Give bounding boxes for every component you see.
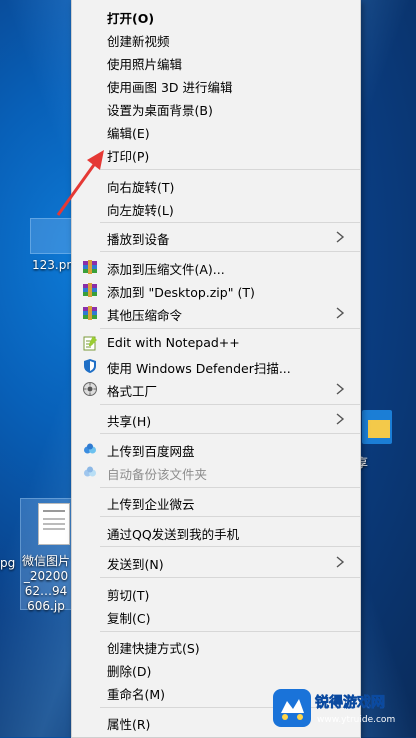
menu-item-label: 使用画图 3D 进行编辑 bbox=[107, 80, 233, 95]
menu-item-auto-backup[interactable]: 自动备份该文件夹 bbox=[72, 461, 360, 484]
notepadpp-icon bbox=[83, 336, 97, 351]
menu-separator bbox=[100, 631, 360, 632]
menu-item-label: 打开(O) bbox=[107, 11, 155, 26]
watermark-title: 锐得游戏网 bbox=[315, 694, 385, 711]
menu-item-label: 格式工厂 bbox=[107, 384, 158, 399]
winrar-icon bbox=[83, 306, 97, 320]
menu-item-create-shortcut[interactable]: 创建快捷方式(S) bbox=[72, 635, 360, 658]
menu-item-label: 属性(R) bbox=[107, 717, 151, 732]
baidu-netdisk-icon bbox=[84, 466, 96, 477]
desktop-icon-123-tile[interactable] bbox=[30, 218, 72, 254]
winrar-icon bbox=[83, 260, 97, 274]
context-menu: 打开(O) 创建新视频 使用照片编辑 使用画图 3D 进行编辑 设置为桌面背景(… bbox=[71, 0, 361, 738]
menu-item-send-to[interactable]: 发送到(N) bbox=[72, 551, 360, 574]
menu-item-label: 创建新视频 bbox=[107, 34, 170, 49]
menu-separator bbox=[100, 404, 360, 405]
menu-item-cast-to-device[interactable]: 播放到设备 bbox=[72, 226, 360, 249]
menu-separator bbox=[100, 169, 360, 170]
desktop-folder-badge bbox=[368, 420, 390, 438]
chevron-right-icon bbox=[336, 231, 345, 243]
menu-item-label: 剪切(T) bbox=[107, 588, 150, 603]
baidu-netdisk-icon bbox=[84, 443, 96, 454]
menu-item-label: 重命名(M) bbox=[107, 687, 166, 702]
menu-item-create-video[interactable]: 创建新视频 bbox=[72, 28, 360, 51]
chevron-right-icon bbox=[336, 413, 345, 425]
menu-item-label: 删除(D) bbox=[107, 664, 152, 679]
menu-item-label: 播放到设备 bbox=[107, 232, 170, 247]
menu-item-edit-with-photos[interactable]: 使用照片编辑 bbox=[72, 51, 360, 74]
menu-item-format-factory[interactable]: 格式工厂 bbox=[72, 378, 360, 401]
menu-item-delete[interactable]: 删除(D) bbox=[72, 658, 360, 681]
watermark-url: www.ytruide.com bbox=[317, 715, 395, 725]
format-factory-icon bbox=[83, 382, 97, 396]
menu-item-label: 通过QQ发送到我的手机 bbox=[107, 527, 240, 542]
menu-separator bbox=[100, 251, 360, 252]
menu-item-notepadpp[interactable]: Edit with Notepad++ bbox=[72, 332, 360, 355]
menu-item-label: 向右旋转(T) bbox=[107, 180, 175, 195]
desktop-icon-wechat-label[interactable]: 微信图片_2020062…94606.jp bbox=[22, 554, 70, 614]
chevron-right-icon bbox=[336, 556, 345, 568]
menu-item-copy[interactable]: 复制(C) bbox=[72, 605, 360, 628]
menu-item-label: 自动备份该文件夹 bbox=[107, 467, 208, 482]
desktop-icon-123-label[interactable]: 123.pn bbox=[32, 258, 74, 273]
menu-separator bbox=[100, 222, 360, 223]
menu-item-edit[interactable]: 编辑(E) bbox=[72, 120, 360, 143]
menu-item-qq-send[interactable]: 通过QQ发送到我的手机 bbox=[72, 521, 360, 544]
chevron-right-icon bbox=[336, 383, 345, 395]
chevron-right-icon bbox=[336, 307, 345, 319]
menu-item-label: 创建快捷方式(S) bbox=[107, 641, 200, 656]
menu-item-label: 发送到(N) bbox=[107, 557, 164, 572]
menu-item-label: 上传到百度网盘 bbox=[107, 444, 195, 459]
menu-item-defender-scan[interactable]: 使用 Windows Defender扫描... bbox=[72, 355, 360, 378]
menu-item-label: 打印(P) bbox=[107, 149, 150, 164]
menu-item-label: 编辑(E) bbox=[107, 126, 150, 141]
menu-item-label: 添加到压缩文件(A)... bbox=[107, 262, 225, 277]
menu-item-label: Edit with Notepad++ bbox=[107, 335, 240, 350]
menu-item-label: 向左旋转(L) bbox=[107, 203, 174, 218]
menu-separator bbox=[100, 516, 360, 517]
menu-item-edit-paint3d[interactable]: 使用画图 3D 进行编辑 bbox=[72, 74, 360, 97]
menu-separator bbox=[100, 433, 360, 434]
wechat-thumbnail bbox=[38, 503, 70, 545]
menu-item-add-to-archive[interactable]: 添加到压缩文件(A)... bbox=[72, 256, 360, 279]
menu-item-label: 共享(H) bbox=[107, 414, 152, 429]
menu-item-rotate-left[interactable]: 向左旋转(L) bbox=[72, 197, 360, 220]
menu-item-set-wallpaper[interactable]: 设置为桌面背景(B) bbox=[72, 97, 360, 120]
winrar-icon bbox=[83, 283, 97, 297]
menu-item-other-compress[interactable]: 其他压缩命令 bbox=[72, 302, 360, 325]
menu-item-open[interactable]: 打开(O) bbox=[72, 5, 360, 28]
menu-item-rotate-right[interactable]: 向右旋转(T) bbox=[72, 174, 360, 197]
menu-separator bbox=[100, 328, 360, 329]
menu-item-label: 添加到 "Desktop.zip" (T) bbox=[107, 285, 255, 300]
site-watermark-logo: 锐得游戏网 www.ytruide.com bbox=[273, 689, 395, 727]
menu-item-label: 使用 Windows Defender扫描... bbox=[107, 361, 291, 376]
menu-item-wecloud-upload[interactable]: 上传到企业微云 bbox=[72, 491, 360, 514]
desktop-partial-label-left: pg bbox=[0, 556, 16, 570]
menu-separator bbox=[100, 487, 360, 488]
menu-item-baidu-upload[interactable]: 上传到百度网盘 bbox=[72, 438, 360, 461]
menu-item-label: 使用照片编辑 bbox=[107, 57, 183, 72]
menu-item-label: 上传到企业微云 bbox=[107, 497, 195, 512]
menu-item-share[interactable]: 共享(H) bbox=[72, 408, 360, 431]
menu-item-label: 设置为桌面背景(B) bbox=[107, 103, 213, 118]
menu-item-label: 复制(C) bbox=[107, 611, 151, 626]
menu-item-cut[interactable]: 剪切(T) bbox=[72, 582, 360, 605]
menu-item-label: 其他压缩命令 bbox=[107, 308, 183, 323]
shield-icon bbox=[84, 359, 96, 373]
menu-separator bbox=[100, 577, 360, 578]
menu-separator bbox=[100, 546, 360, 547]
menu-item-add-to-desktop-zip[interactable]: 添加到 "Desktop.zip" (T) bbox=[72, 279, 360, 302]
menu-item-print[interactable]: 打印(P) bbox=[72, 143, 360, 166]
